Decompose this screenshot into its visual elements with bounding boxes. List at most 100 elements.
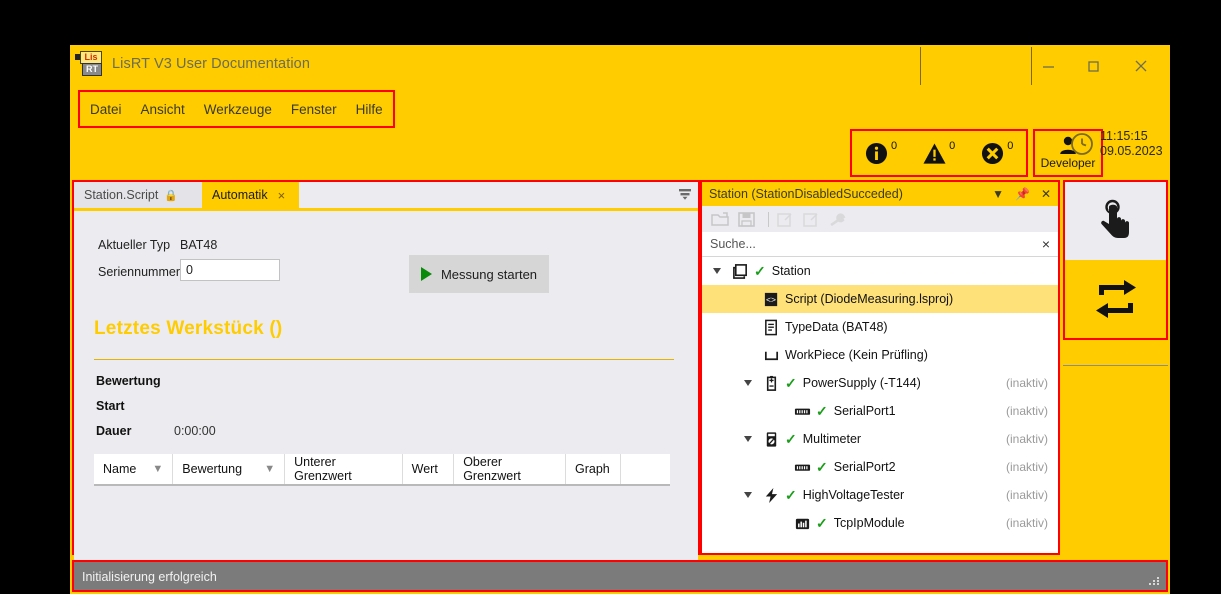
key-start: Start bbox=[96, 399, 125, 413]
close-icon[interactable]: ✕ bbox=[1041, 187, 1051, 201]
serialport-icon bbox=[794, 459, 811, 476]
error-count: 0 bbox=[1007, 139, 1014, 152]
tool-rail bbox=[1063, 180, 1168, 340]
value-dauer: 0:00:00 bbox=[174, 424, 216, 438]
tree-node[interactable]: ✓ SerialPort2 (inaktiv) bbox=[702, 453, 1058, 481]
label-aktueller-typ: Aktueller Typ bbox=[98, 238, 171, 252]
tab-station-script[interactable]: Station.Script 🔒 bbox=[74, 182, 202, 208]
lock-icon: 🔒 bbox=[164, 189, 179, 202]
menu-item-werkzeuge[interactable]: Werkzeuge bbox=[204, 102, 272, 117]
tree-node[interactable]: ✓ TcpIpModule (inaktiv) bbox=[702, 509, 1058, 537]
seriennummer-input[interactable] bbox=[180, 259, 280, 281]
column-header-wert-label: Wert bbox=[411, 462, 438, 476]
info-count: 0 bbox=[891, 139, 898, 152]
tree-node[interactable]: WorkPiece (Kein Prüfling) bbox=[702, 341, 1058, 369]
messung-starten-button[interactable]: Messung starten bbox=[409, 255, 549, 293]
column-header-wert[interactable]: Wert bbox=[403, 454, 455, 484]
status-bar: Initialisierung erfolgreich bbox=[72, 560, 1168, 592]
maximize-button[interactable] bbox=[1070, 45, 1116, 87]
tree-node-state: (inaktiv) bbox=[1005, 376, 1048, 390]
resize-grip[interactable] bbox=[1149, 575, 1160, 586]
save-icon[interactable] bbox=[736, 210, 758, 228]
export-icon[interactable] bbox=[801, 210, 823, 228]
close-button[interactable] bbox=[1118, 45, 1164, 87]
station-panel-title: Station (StationDisabledSucceded) bbox=[709, 187, 903, 201]
expander-icon[interactable] bbox=[713, 268, 721, 274]
rail-divider bbox=[1063, 365, 1168, 366]
tree-node[interactable]: ✓ Multimeter (inaktiv) bbox=[702, 425, 1058, 453]
warning-count: 0 bbox=[949, 139, 956, 152]
tree-node-state: (inaktiv) bbox=[1005, 404, 1048, 418]
search-clear-icon[interactable]: × bbox=[1042, 236, 1050, 252]
document-body: Aktueller Typ BAT48 Seriennummer Messung… bbox=[74, 211, 698, 582]
open-folder-icon[interactable] bbox=[710, 210, 732, 228]
station-tree: ✓ Station <> Script (DiodeMeasuring.lsproj)… bbox=[702, 257, 1058, 537]
expander-icon[interactable] bbox=[744, 380, 752, 386]
tab-automatik-label: Automatik bbox=[212, 188, 268, 202]
check-icon: ✓ bbox=[754, 262, 766, 279]
column-header-unterer-grenzwert-label: Unterer Grenzwert bbox=[294, 455, 352, 483]
section-divider bbox=[94, 359, 674, 360]
tree-node-label: TcpIpModule bbox=[833, 516, 905, 530]
repeat-arrows-icon bbox=[1095, 280, 1136, 318]
expander-icon[interactable] bbox=[744, 492, 752, 498]
pin-icon[interactable]: 📌 bbox=[1015, 187, 1030, 201]
tab-automatik[interactable]: Automatik × bbox=[202, 182, 299, 208]
check-icon: ✓ bbox=[785, 430, 797, 447]
column-header-name[interactable]: Name ▼ bbox=[94, 454, 174, 484]
import-icon[interactable] bbox=[775, 210, 797, 228]
script-icon: <> bbox=[763, 291, 780, 308]
tree-node[interactable]: ✓ Station bbox=[702, 257, 1058, 285]
chevron-down-icon[interactable]: ▼ bbox=[992, 187, 1004, 201]
message-counters-group: 0 0 0 bbox=[850, 129, 1028, 177]
tree-node[interactable]: ✓ SerialPort1 (inaktiv) bbox=[702, 397, 1058, 425]
document-panel: Station.Script 🔒 Automatik × Aktueller T… bbox=[72, 180, 700, 582]
tree-node-label: TypeData (BAT48) bbox=[785, 320, 888, 334]
menu-item-fenster[interactable]: Fenster bbox=[291, 102, 337, 117]
warning-counter[interactable]: 0 bbox=[923, 139, 956, 165]
expander-icon[interactable] bbox=[744, 436, 752, 442]
minimize-button[interactable] bbox=[1025, 45, 1071, 87]
filter-icon[interactable]: ▼ bbox=[264, 463, 275, 475]
tree-node[interactable]: TypeData (BAT48) bbox=[702, 313, 1058, 341]
play-icon bbox=[420, 267, 432, 281]
filter-icon[interactable]: ▼ bbox=[152, 463, 163, 475]
column-header-oberer-grenzwert[interactable]: Oberer Grenzwert bbox=[454, 454, 566, 484]
menu-item-hilfe[interactable]: Hilfe bbox=[356, 102, 383, 117]
auto-mode-button[interactable] bbox=[1065, 260, 1166, 338]
label-seriennummer: Seriennummer bbox=[98, 265, 180, 279]
error-counter[interactable]: 0 bbox=[981, 139, 1014, 165]
tab-overflow-icon[interactable] bbox=[678, 187, 692, 201]
tree-node-label: Station bbox=[771, 264, 811, 278]
bolt-icon bbox=[763, 487, 780, 504]
key-dauer: Dauer bbox=[96, 424, 132, 438]
column-header-bewertung-label: Bewertung bbox=[182, 462, 243, 476]
station-search-row[interactable]: Suche... × bbox=[702, 232, 1058, 257]
tree-node[interactable]: ✓ PowerSupply (-T144) (inaktiv) bbox=[702, 369, 1058, 397]
title-bar: Lis RT LisRT V3 User Documentation bbox=[70, 45, 1170, 87]
wrench-icon[interactable] bbox=[827, 210, 849, 228]
tab-close-icon[interactable]: × bbox=[278, 188, 286, 203]
tree-node-state: (inaktiv) bbox=[1005, 460, 1048, 474]
results-table-header: Name ▼ Bewertung ▼ Unterer Grenzwert Wer… bbox=[94, 454, 670, 486]
check-icon: ✓ bbox=[785, 486, 797, 503]
title-separator-1 bbox=[920, 47, 921, 85]
info-counter[interactable]: 0 bbox=[865, 139, 898, 165]
station-panel: Station (StationDisabledSucceded) ▼ 📌 ✕ bbox=[700, 180, 1060, 555]
tree-node[interactable]: <> Script (DiodeMeasuring.lsproj) bbox=[702, 285, 1058, 313]
error-icon bbox=[982, 142, 1004, 164]
column-header-name-label: Name bbox=[103, 462, 137, 476]
check-icon: ✓ bbox=[785, 374, 797, 391]
tree-node-label: WorkPiece (Kein Prüfling) bbox=[785, 348, 928, 362]
column-header-bewertung[interactable]: Bewertung ▼ bbox=[173, 454, 286, 484]
tab-station-script-label: Station.Script bbox=[84, 188, 159, 202]
manual-mode-button[interactable] bbox=[1065, 182, 1166, 260]
station-search-placeholder: Suche... bbox=[710, 237, 756, 251]
tree-node-label: Script (DiodeMeasuring.lsproj) bbox=[785, 292, 954, 306]
column-header-graph[interactable]: Graph bbox=[566, 454, 622, 484]
menu-item-ansicht[interactable]: Ansicht bbox=[141, 102, 185, 117]
tree-node[interactable]: ✓ HighVoltageTester (inaktiv) bbox=[702, 481, 1058, 509]
tcpip-icon bbox=[794, 515, 811, 532]
menu-item-datei[interactable]: Datei bbox=[90, 102, 122, 117]
column-header-unterer-grenzwert[interactable]: Unterer Grenzwert bbox=[285, 454, 403, 484]
